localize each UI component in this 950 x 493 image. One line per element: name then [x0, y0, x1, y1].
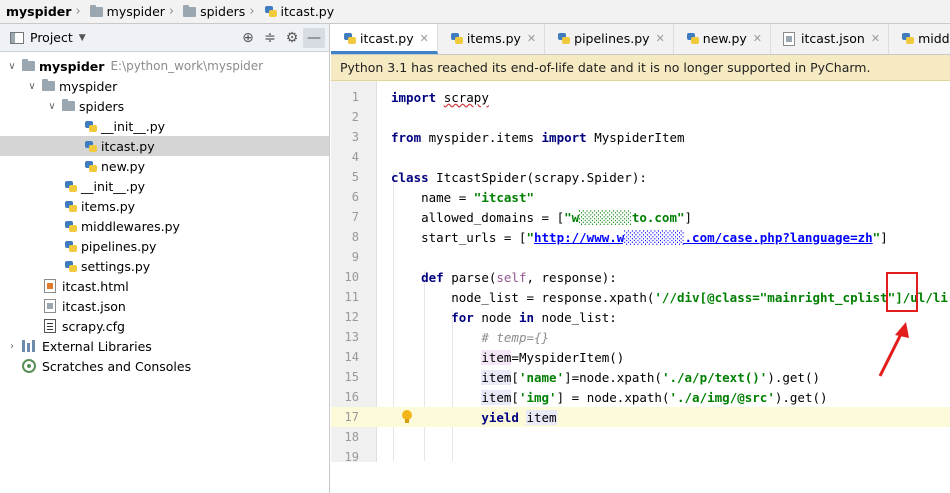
annotation-arrow	[878, 322, 909, 377]
annotation-arrow-head	[895, 322, 909, 338]
annotation-arrow-shaft	[878, 329, 905, 377]
